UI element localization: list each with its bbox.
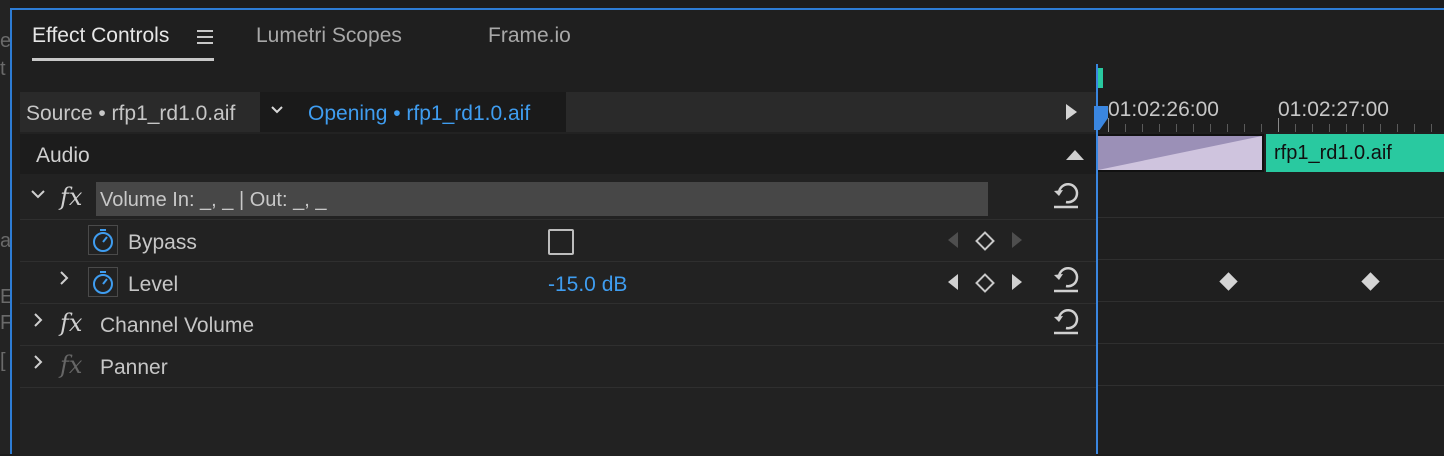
stopwatch-icon[interactable] — [88, 225, 118, 255]
previous-keyframe-icon — [948, 232, 958, 248]
tab-effect-controls[interactable]: Effect Controls — [32, 24, 169, 48]
effect-row-volume: fx Volume In: _, _ | Out: _, _ — [20, 178, 1096, 220]
param-row-bypass: Bypass — [20, 220, 1096, 262]
add-keyframe-icon[interactable] — [975, 231, 995, 251]
reset-parameter-icon[interactable] — [1050, 264, 1082, 294]
gutter-glyph: a — [0, 230, 10, 252]
fx-toggle-icon[interactable]: fx — [60, 351, 82, 379]
chevron-down-icon[interactable] — [30, 186, 46, 207]
bypass-label: Bypass — [128, 231, 197, 254]
chevron-right-icon[interactable] — [30, 312, 46, 333]
channel-volume-label[interactable]: Channel Volume — [100, 314, 254, 338]
chevron-down-icon[interactable] — [270, 101, 284, 122]
chevron-right-icon[interactable] — [56, 270, 72, 291]
gutter-glyph: e — [0, 30, 10, 52]
effect-row-panner: fx Panner — [20, 346, 1096, 388]
tab-lumetri-scopes[interactable]: Lumetri Scopes — [256, 24, 402, 48]
effect-controls-timeline[interactable]: 01:02:26:00 01:02:27:00 rfp1_rd1.0.aif — [1096, 64, 1444, 454]
level-value[interactable]: -15.0 dB — [548, 273, 627, 297]
reset-parameter-icon[interactable] — [1050, 306, 1082, 336]
audio-section-label: Audio — [36, 144, 90, 167]
tab-frame-io[interactable]: Frame.io — [488, 24, 571, 48]
active-tab-indicator — [32, 58, 214, 61]
time-ruler[interactable]: 01:02:26:00 01:02:27:00 — [1096, 90, 1444, 132]
sequence-clip-selector[interactable]: Opening • rfp1_rd1.0.aif — [260, 92, 566, 132]
reset-parameter-icon[interactable] — [1050, 180, 1082, 210]
add-keyframe-icon[interactable] — [975, 273, 995, 293]
keyframe-marker[interactable] — [1361, 272, 1380, 291]
sequence-clip-label[interactable]: Opening • rfp1_rd1.0.aif — [308, 102, 530, 126]
show-timeline-toggle-icon[interactable] — [1066, 104, 1077, 120]
fx-toggle-icon[interactable]: fx — [60, 183, 82, 211]
gutter-glyph: t — [0, 58, 6, 80]
timecode-label: 01:02:26:00 — [1108, 98, 1219, 121]
source-clip-label[interactable]: Source • rfp1_rd1.0.aif — [26, 102, 235, 126]
next-keyframe-icon[interactable] — [1012, 274, 1022, 290]
stopwatch-icon[interactable] — [88, 267, 118, 297]
panel-menu-icon[interactable] — [197, 30, 213, 48]
gutter-glyph: E — [0, 286, 10, 308]
panner-label[interactable]: Panner — [100, 356, 168, 380]
audio-section-header: Audio — [20, 134, 1096, 174]
effect-row-channel-volume: fx Channel Volume — [20, 304, 1096, 346]
timeline-clip[interactable]: rfp1_rd1.0.aif — [1266, 134, 1444, 172]
timecode-label: 01:02:27:00 — [1278, 98, 1389, 121]
gutter-glyph: [ — [0, 350, 6, 372]
effects-list-pane: Source • rfp1_rd1.0.aif Opening • rfp1_r… — [20, 92, 1096, 456]
previous-keyframe-icon[interactable] — [948, 274, 958, 290]
gutter-glyph: F — [0, 312, 10, 334]
fade-ramp — [1098, 136, 1262, 170]
level-label: Level — [128, 273, 179, 296]
next-keyframe-icon — [1012, 232, 1022, 248]
clip-transition[interactable] — [1096, 134, 1264, 172]
collapse-section-icon[interactable] — [1066, 150, 1084, 160]
adjacent-panel-edge: e t a E F [ — [0, 0, 10, 454]
bypass-checkbox[interactable] — [548, 229, 574, 255]
fx-toggle-icon[interactable]: fx — [60, 309, 82, 337]
keyframe-marker[interactable] — [1219, 272, 1238, 291]
chevron-right-icon[interactable] — [30, 354, 46, 375]
volume-effect-name[interactable]: Volume In: _, _ | Out: _, _ — [96, 182, 988, 216]
source-bar: Source • rfp1_rd1.0.aif Opening • rfp1_r… — [20, 92, 1096, 132]
param-row-level: Level -15.0 dB — [20, 262, 1096, 304]
